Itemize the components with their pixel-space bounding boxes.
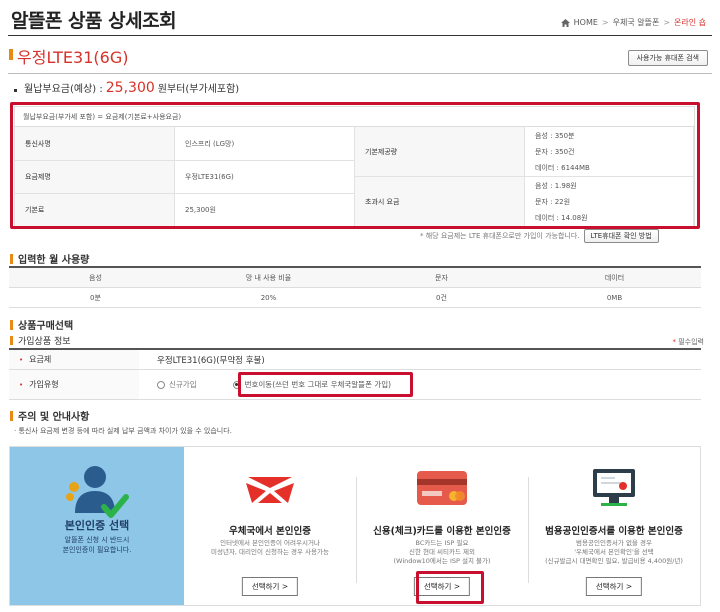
desc-line: BC카드는 ISP 필요 — [415, 539, 469, 547]
select-postoffice-button[interactable]: 선택하기 > — [241, 577, 299, 596]
desc-line: 신한 현대 씨티카드 제외 — [409, 548, 475, 556]
usage-header-data: 데이터 — [604, 273, 625, 282]
section-bar-icon — [10, 253, 13, 264]
auth-method-postoffice: 우체국에서 본인인증 인터넷에서 본인인증이 어려우시거나 미성년자, 대리인이… — [184, 447, 356, 605]
highlight-box-card-select — [416, 571, 484, 604]
usage-value-row: 0분 20% 0건 0MB — [9, 288, 701, 308]
phone-search-button[interactable]: 사용가능 휴대폰 검색 — [627, 50, 708, 66]
subscription-title-text: 가입상품 정보 — [18, 337, 71, 347]
section-bar-icon — [10, 410, 13, 421]
auth-method-postoffice-title: 우체국에서 본인인증 — [229, 526, 311, 537]
usage-header-voice: 음성 — [89, 273, 102, 282]
auth-intro: 본인인증 선택 알뜰폰 신청 시 반드시 본인인증이 필요합니다. — [10, 447, 184, 605]
auth-intro-desc: 알뜰폰 신청 시 반드시 본인인증이 필요합니다. — [10, 535, 184, 555]
purchase-section-title: 상품구매선택 — [10, 317, 73, 332]
type-row-label: 가입유형 — [29, 380, 59, 389]
auth-method-certificate-title: 범용공인인증서를 이용한 본인인증 — [545, 526, 683, 537]
breadcrumb-separator-icon: > — [601, 18, 609, 27]
post-office-logo-icon — [246, 477, 294, 503]
usage-table: 음성 망 내 사용 비율 문자 데이터 0분 20% 0건 0MB — [9, 266, 701, 308]
usage-header-ratio: 망 내 사용 비율 — [245, 273, 292, 282]
auth-intro-desc-line2: 본인인증이 필요합니다. — [62, 546, 132, 554]
desc-line: (신규발급시 대면확인 필요, 발급비용 4,400원/년) — [545, 557, 683, 565]
desc-line: 인터넷에서 본인인증이 어려우시거나 — [220, 539, 320, 547]
select-certificate-button[interactable]: 선택하기 > — [585, 577, 643, 596]
auth-method-card-title: 신용(체크)카드를 이용한 본인인증 — [373, 526, 511, 537]
auth-method-card-desc: BC카드는 ISP 필요 신한 현대 씨티카드 제외 (Window10에서는 … — [356, 539, 528, 566]
caution-title-text: 주의 및 안내사항 — [18, 412, 90, 423]
breadcrumb-mvno[interactable]: 우체국 알뜰폰 — [613, 17, 660, 28]
required-label: 필수입력 — [678, 338, 704, 346]
auth-method-certificate-desc: 범용공인인증서가 없을 경우 '우체국에서 본인확인'을 선택 (신규발급시 대… — [528, 539, 700, 566]
required-marker: • — [19, 355, 24, 364]
credit-card-icon — [417, 471, 467, 505]
monthly-fee: 월납부요금(예상) : 25,300 원부터(부가세포함) — [14, 80, 239, 96]
required-note: * 필수입력 — [673, 337, 705, 347]
breadcrumb-shop[interactable]: 온라인 숍 — [674, 17, 706, 28]
highlight-box-port — [238, 372, 413, 397]
subsection-bar-icon — [10, 336, 13, 345]
plan-row: • 요금제 우정LTE31(6G)(무약정 후불) — [9, 350, 701, 370]
option-new-signup[interactable]: 신규가입 — [139, 379, 197, 390]
auth-method-certificate: 범용공인인증서를 이용한 본인인증 범용공인인증서가 없을 경우 '우체국에서 … — [528, 447, 700, 605]
radio-new-signup[interactable] — [157, 380, 165, 389]
desc-line: '우체국에서 본인확인'을 선택 — [574, 548, 654, 556]
monthly-fee-value: 25,300 — [105, 80, 155, 96]
section-bar-icon — [10, 319, 13, 330]
person-check-icon — [66, 466, 129, 518]
required-star: * — [672, 338, 677, 346]
lte-note-text: * 해당 요금제는 LTE 휴대폰으로만 가입이 가능합니다. — [420, 232, 580, 240]
title-bullet-icon — [9, 49, 13, 60]
usage-ratio: 20% — [260, 293, 277, 302]
home-icon — [560, 18, 570, 27]
desc-line: (Window10에서는 ISP 설치 불가) — [393, 557, 491, 565]
usage-header-sms: 문자 — [435, 273, 448, 282]
type-row-label-cell: • 가입유형 — [9, 370, 139, 399]
usage-header-row: 음성 망 내 사용 비율 문자 데이터 — [9, 268, 701, 288]
plan-row-label: 요금제 — [29, 355, 52, 364]
product-divider — [8, 73, 712, 74]
auth-intro-title: 본인인증 선택 — [64, 519, 130, 532]
monthly-fee-suffix: 원부터(부가세포함) — [157, 84, 240, 95]
monitor-certificate-icon — [593, 469, 635, 506]
product-name: 우정LTE31(6G) — [17, 48, 129, 67]
breadcrumb-home[interactable]: HOME — [574, 18, 598, 27]
auth-method-postoffice-desc: 인터넷에서 본인인증이 어려우시거나 미성년자, 대리인이 신청하는 경우 사용… — [184, 539, 356, 557]
title-divider — [8, 35, 712, 36]
usage-sms: 0건 — [436, 293, 447, 302]
usage-title-text: 입력한 월 사용량 — [18, 255, 90, 266]
plan-row-value: 우정LTE31(6G)(무약정 후불) — [157, 355, 265, 366]
plan-row-label-cell: • 요금제 — [9, 350, 139, 369]
desc-line: 범용공인인증서가 없을 경우 — [576, 539, 652, 547]
lte-note: * 해당 요금제는 LTE 휴대폰으로만 가입이 가능합니다. LTE휴대폰 확… — [420, 229, 659, 243]
highlight-box-detail — [10, 102, 700, 229]
usage-data: 0MB — [606, 293, 623, 302]
page-title: 알뜰폰 상품 상세조회 — [11, 10, 177, 32]
option-new-label: 신규가입 — [169, 380, 197, 389]
required-marker: • — [19, 380, 24, 389]
bullet-icon — [14, 89, 17, 92]
subscription-title: 가입상품 정보 — [10, 334, 71, 347]
purchase-title-text: 상품구매선택 — [18, 321, 74, 332]
breadcrumb: HOME > 우체국 알뜰폰 > 온라인 숍 — [560, 17, 706, 28]
lte-check-button[interactable]: LTE휴대폰 확인 방법 — [583, 229, 659, 243]
desc-line: 미성년자, 대리인이 신청하는 경우 사용가능 — [211, 548, 329, 556]
usage-voice: 0분 — [90, 293, 101, 302]
auth-intro-desc-line1: 알뜰폰 신청 시 반드시 — [64, 536, 130, 544]
caution-section-title: 주의 및 안내사항 — [10, 408, 89, 423]
monthly-fee-label: 월납부요금(예상) : — [24, 84, 103, 95]
auth-panel: 본인인증 선택 알뜰폰 신청 시 반드시 본인인증이 필요합니다. 우체국에서 … — [9, 446, 701, 606]
caution-text: · 통신사 요금제 변경 등에 따라 실제 납부 금액과 차이가 있을 수 있습… — [14, 427, 232, 435]
breadcrumb-separator-icon: > — [663, 18, 671, 27]
usage-section-title: 입력한 월 사용량 — [10, 251, 89, 266]
